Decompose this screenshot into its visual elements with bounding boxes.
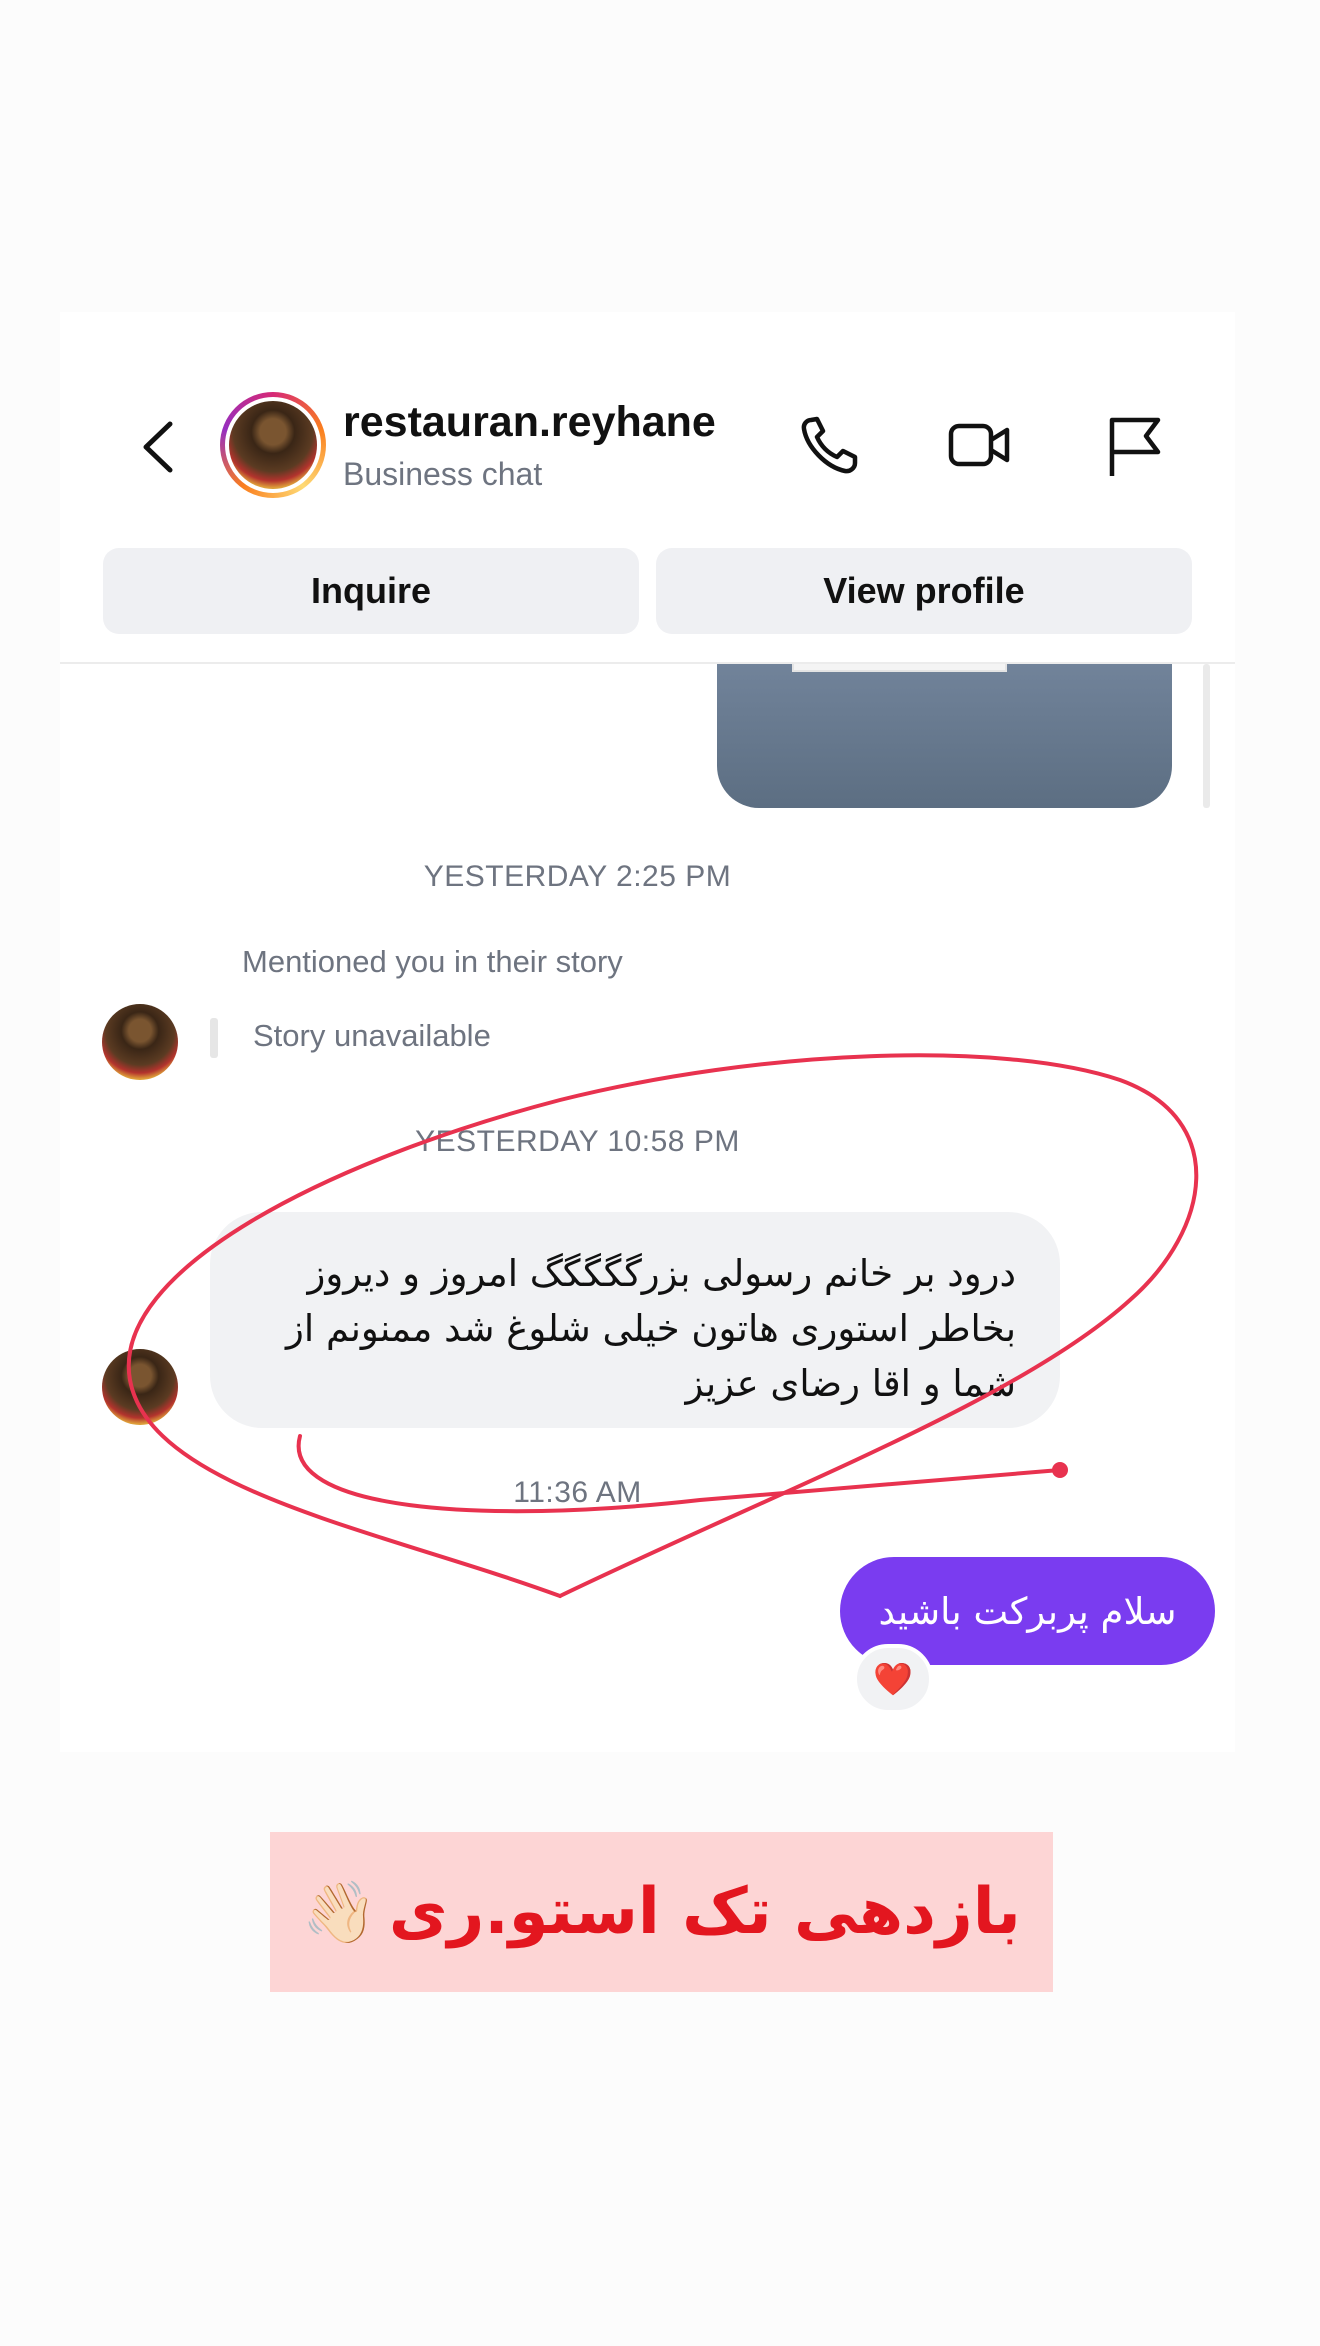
back-arrow-icon[interactable] bbox=[130, 412, 190, 482]
chat-card: restauran.reyhane Business chat Inquire … bbox=[60, 312, 1235, 1752]
timestamp: 11:36 AM bbox=[513, 1476, 642, 1509]
chat-username[interactable]: restauran.reyhane bbox=[343, 398, 716, 447]
shared-media-preview[interactable] bbox=[717, 664, 1172, 808]
timestamp: YESTERDAY 2:25 PM bbox=[423, 860, 732, 893]
scrollbar[interactable] bbox=[1203, 664, 1210, 808]
sender-avatar[interactable] bbox=[102, 1349, 178, 1425]
chat-subtitle: Business chat bbox=[343, 456, 543, 492]
sender-avatar[interactable] bbox=[102, 1004, 178, 1080]
waving-hand-icon: 👋🏻 bbox=[302, 1878, 377, 1946]
quote-bar bbox=[210, 1018, 218, 1058]
timestamp: YESTERDAY 10:58 PM bbox=[415, 1125, 740, 1158]
heart-reaction-icon[interactable]: ❤️ bbox=[853, 1644, 933, 1714]
story-unavailable-text: Story unavailable bbox=[253, 1018, 491, 1053]
caption-banner: بازدهی تک استو.ری 👋🏻 bbox=[270, 1832, 1053, 1992]
flag-icon[interactable] bbox=[1100, 410, 1170, 480]
incoming-message-bubble[interactable]: درود بر خانم رسولی بزرگگگگگ امروز و دیرو… bbox=[210, 1212, 1060, 1428]
inquire-button[interactable]: Inquire bbox=[103, 548, 639, 634]
video-camera-icon[interactable] bbox=[945, 410, 1015, 480]
caption-text: بازدهی تک استو.ری bbox=[388, 1875, 1021, 1949]
view-profile-button[interactable]: View profile bbox=[656, 548, 1192, 634]
media-progress-bar bbox=[792, 664, 1007, 672]
story-mention-label: Mentioned you in their story bbox=[242, 944, 623, 979]
restaurant-logo-image bbox=[225, 397, 321, 493]
profile-avatar[interactable] bbox=[220, 392, 326, 498]
phone-icon[interactable] bbox=[795, 410, 865, 480]
